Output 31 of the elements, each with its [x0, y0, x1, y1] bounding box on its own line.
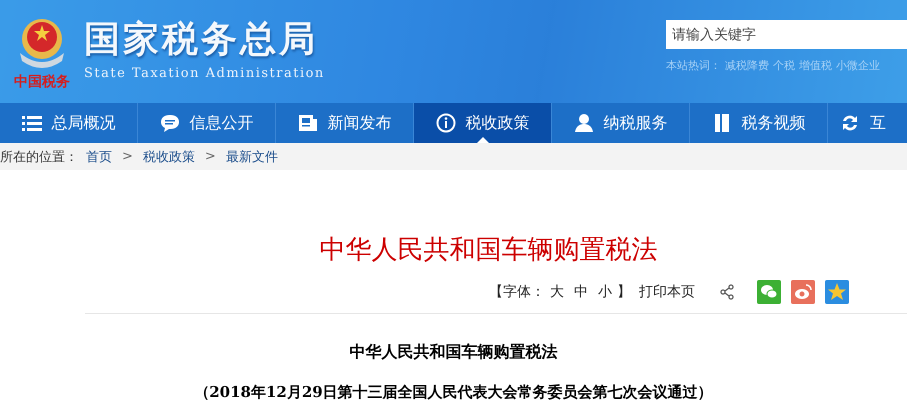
newspaper-icon — [298, 113, 318, 133]
font-size-link[interactable]: 小 — [598, 283, 612, 301]
article-title: 中华人民共和国车辆购置税法 — [318, 234, 658, 267]
site-title: 国家税务总局 — [84, 18, 319, 62]
person-icon — [574, 113, 594, 133]
site-subtitle: State Taxation Administration — [84, 66, 325, 80]
speech-bubble-icon — [160, 113, 180, 133]
eye-icon[interactable] — [791, 280, 815, 304]
menu-icon — [22, 113, 42, 133]
breadcrumb-separator: > — [204, 149, 216, 164]
chat-bubbles-icon[interactable] — [757, 280, 781, 304]
breadcrumb-link[interactable]: 首页 — [86, 148, 112, 166]
breadcrumb-label: 所在的位置： — [0, 148, 78, 166]
font-size-link[interactable]: 中 — [574, 283, 588, 301]
info-icon — [436, 113, 456, 133]
bracket-text: 】 — [617, 283, 631, 301]
refresh-icon — [840, 113, 860, 133]
breadcrumb-link[interactable]: 最新文件 — [226, 148, 278, 166]
seal-text: 中国税务 — [14, 72, 70, 90]
nav-tab[interactable]: 互 — [828, 103, 886, 143]
hot-words-label: 本站热词： — [666, 58, 721, 73]
breadcrumb-separator: > — [122, 149, 133, 164]
font-size-label: 【字体： — [489, 283, 545, 301]
print-link[interactable]: 打印本页 — [639, 283, 695, 301]
font-size-link[interactable]: 大 — [550, 283, 564, 301]
nav-tab[interactable]: 税收政策 — [414, 103, 552, 143]
share-icon[interactable] — [719, 284, 735, 300]
law-heading: 中华人民共和国车辆购置税法 — [348, 342, 558, 363]
search-field[interactable]: 请输入关键字 — [666, 20, 907, 49]
breadcrumb-link[interactable]: 税收政策 — [142, 148, 195, 166]
adoption-note: （2018年12月29日第十三届全国人民代表大会常务委员会第七次会议通过） — [193, 383, 714, 402]
